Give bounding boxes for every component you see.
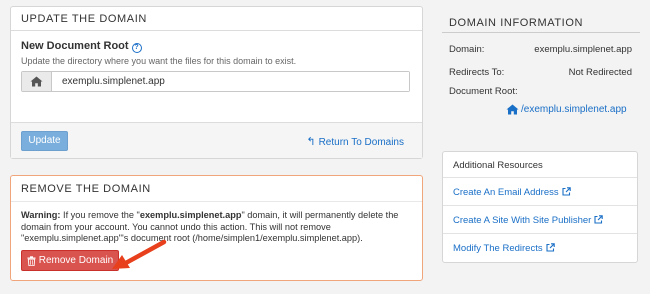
home-icon — [22, 72, 52, 91]
warning-part1: If you remove the " — [60, 210, 140, 220]
redirects-value: Not Redirected — [568, 67, 632, 78]
external-link-icon — [546, 243, 555, 252]
domain-label: Domain: — [449, 44, 485, 55]
document-root-label: Document Root: — [449, 86, 518, 97]
return-to-domains-link[interactable]: ↰ Return To Domains — [306, 135, 404, 148]
annotation-arrow-icon — [112, 239, 167, 269]
redirects-label: Redirects To: — [449, 67, 505, 78]
resource-label: Create An Email Address — [453, 187, 559, 198]
document-root-link[interactable]: /exemplu.simplenet.app — [506, 104, 627, 115]
additional-resources-panel: Additional Resources Create An Email Add… — [442, 151, 638, 263]
remove-button-label: Remove Domain — [38, 255, 114, 266]
home-icon — [506, 104, 519, 115]
update-domain-title: UPDATE THE DOMAIN — [11, 7, 422, 31]
new-document-root-label: New Document Root? — [21, 40, 142, 53]
remove-warning-text: Warning: If you remove the "exemplu.simp… — [21, 210, 416, 245]
warning-label: Warning: — [21, 210, 61, 220]
modify-redirects-link[interactable]: Modify The Redirects — [443, 234, 637, 262]
resource-label: Modify The Redirects — [453, 243, 543, 254]
remove-domain-panel: REMOVE THE DOMAIN Warning: If you remove… — [10, 175, 423, 281]
help-icon[interactable]: ? — [131, 43, 142, 53]
update-panel-footer: Update ↰ Return To Domains — [11, 122, 422, 158]
site-publisher-link[interactable]: Create A Site With Site Publisher — [443, 206, 637, 234]
domain-info-title: DOMAIN INFORMATION — [442, 6, 640, 33]
remove-domain-button[interactable]: Remove Domain — [21, 250, 119, 271]
field-description: Update the directory where you want the … — [21, 56, 297, 66]
document-root-value: /exemplu.simplenet.app — [521, 104, 627, 115]
document-root-input-group — [21, 71, 410, 92]
domain-information-panel: DOMAIN INFORMATION Domain: exemplu.simpl… — [442, 6, 640, 130]
return-arrow-icon: ↰ — [306, 136, 316, 148]
resources-title: Additional Resources — [443, 152, 637, 178]
create-email-link[interactable]: Create An Email Address — [443, 178, 637, 206]
trash-icon — [27, 255, 36, 266]
external-link-icon — [562, 187, 571, 196]
warning-domain: exemplu.simplenet.app — [139, 210, 242, 220]
external-link-icon — [594, 215, 604, 224]
document-root-input[interactable] — [52, 72, 409, 91]
domain-value: exemplu.simplenet.app — [534, 44, 632, 55]
remove-domain-title: REMOVE THE DOMAIN — [11, 176, 422, 202]
return-link-label: Return To Domains — [318, 137, 404, 148]
resource-label: Create A Site With Site Publisher — [453, 215, 592, 226]
update-domain-panel: UPDATE THE DOMAIN New Document Root? Upd… — [10, 6, 423, 159]
update-button[interactable]: Update — [21, 131, 68, 151]
field-label-text: New Document Root — [21, 40, 129, 52]
